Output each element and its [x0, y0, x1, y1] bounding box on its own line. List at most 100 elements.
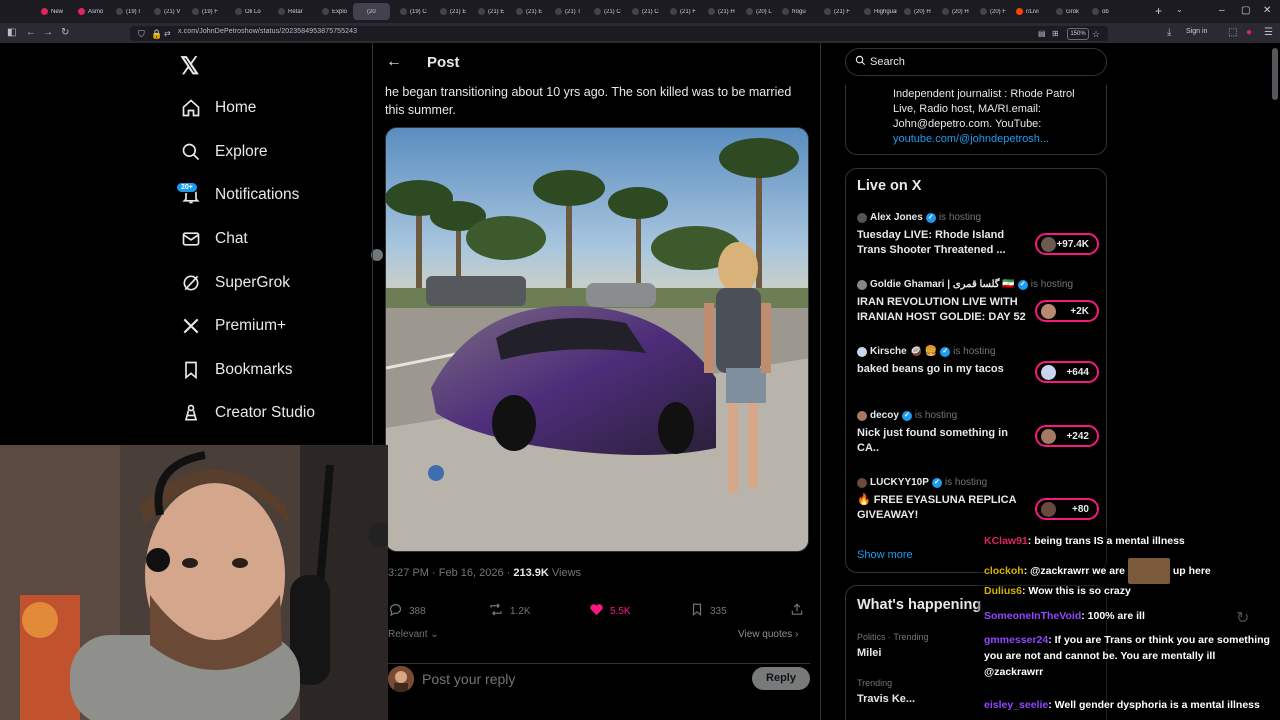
view-quotes-label: View quotes	[738, 629, 793, 640]
reply-button[interactable]: Reply	[752, 667, 810, 690]
tab-label: (21) F	[680, 8, 697, 15]
browser-tab[interactable]: Grok	[1052, 3, 1089, 20]
share-action[interactable]	[790, 602, 804, 620]
listener-pill[interactable]: +2K	[1035, 300, 1099, 322]
listener-pill[interactable]: +80	[1035, 498, 1099, 520]
download-icon[interactable]: ⤓	[1167, 27, 1171, 39]
forward-arrow-icon[interactable]: →	[43, 27, 53, 39]
live-item[interactable]: LUCKYY10P ✓ is hosting 🔥 FREE EYASLUNA R…	[857, 477, 1099, 523]
nav-item-supergrok[interactable]: SuperGrok	[180, 268, 290, 298]
tab-list-chevron-icon[interactable]: ⌄	[1176, 5, 1183, 14]
tab-label: (21) H	[718, 8, 735, 15]
post-image[interactable]	[385, 127, 809, 552]
browser-tab[interactable]: (21) V	[150, 3, 187, 20]
tab-favicon-icon	[594, 8, 601, 15]
bio-link[interactable]: youtube.com/@johndepetrosh...	[893, 132, 1093, 147]
browser-tab[interactable]: (21) E	[512, 3, 549, 20]
page-info-icon[interactable]: ⇄	[164, 28, 171, 40]
browser-tab[interactable]: Explo	[318, 3, 355, 20]
new-tab-button[interactable]: +	[1155, 5, 1162, 17]
tab-label: (20) H	[952, 8, 969, 15]
trend-name[interactable]: Milei	[857, 647, 881, 659]
browser-tab[interactable]: (20) F	[976, 3, 1013, 20]
live-item[interactable]: Alex Jones ✓ is hosting Tuesday LIVE: Rh…	[857, 212, 1099, 258]
trend-name[interactable]: Travis Ke...	[857, 693, 915, 705]
listener-pill[interactable]: +644	[1035, 361, 1099, 383]
reply-sort-dropdown[interactable]: Relevant ⌄	[388, 629, 439, 640]
repost-action[interactable]: 1.2K	[488, 602, 531, 620]
tab-label: (21) T	[565, 8, 581, 15]
back-arrow-icon[interactable]: ←	[26, 27, 36, 39]
browser-tab[interactable]: Asmo	[74, 3, 111, 20]
browser-tab[interactable]: (21) E	[474, 3, 511, 20]
browser-tab[interactable]: (21) E	[436, 3, 473, 20]
listener-pill[interactable]: +97.4K	[1035, 233, 1099, 255]
nav-item-notifications[interactable]: Notifications	[180, 180, 299, 210]
back-arrow-icon[interactable]: ←	[386, 53, 402, 71]
browser-tab[interactable]: (21) C	[590, 3, 627, 20]
maximize-icon[interactable]: ▢	[1241, 5, 1250, 16]
view-quotes-link[interactable]: View quotes ›	[738, 629, 798, 640]
post-timestamp[interactable]: 3:27 PM · Feb 16, 2026 ·	[388, 567, 510, 579]
browser-tab[interactable]: ob	[1088, 3, 1125, 20]
star-bookmark-icon[interactable]: ☆	[1092, 28, 1100, 40]
lock-icon[interactable]: 🔒	[151, 28, 162, 40]
browser-tab[interactable]: (19) C	[396, 3, 433, 20]
search-input[interactable]: Search	[845, 48, 1107, 76]
browser-tab[interactable]: Oli Lo	[231, 3, 268, 20]
nav-item-creator-studio[interactable]: Creator Studio	[180, 398, 315, 428]
translate-icon[interactable]: ⊞	[1052, 28, 1059, 40]
minimize-icon[interactable]: –	[1219, 5, 1225, 16]
live-item[interactable]: decoy ✓ is hosting Nick just found somet…	[857, 410, 1099, 456]
bookmark-action[interactable]: 335	[690, 602, 727, 620]
tab-label: (19) F	[202, 8, 219, 15]
like-action[interactable]: 5.5K	[589, 602, 631, 620]
avatar[interactable]	[388, 666, 414, 692]
reload-icon[interactable]: ↻	[61, 27, 69, 39]
browser-tab[interactable]: (19) I	[112, 3, 149, 20]
close-icon[interactable]: ✕	[1263, 5, 1271, 16]
sign-in-button[interactable]: Sign in	[1186, 28, 1207, 35]
search-placeholder: Search	[870, 56, 905, 68]
browser-tab[interactable]: (19) F	[188, 3, 225, 20]
reply-action[interactable]: 388	[388, 602, 426, 620]
show-more-link[interactable]: Show more	[857, 549, 913, 561]
live-item[interactable]: Goldie Ghamari | گلسا قمری 🇮🇷 ✓ is hosti…	[857, 279, 1099, 325]
browser-tab[interactable]: (21) H	[704, 3, 741, 20]
browser-tab[interactable]: Retar	[274, 3, 311, 20]
tab-label: frogu	[792, 8, 806, 15]
listener-pill[interactable]: +242	[1035, 425, 1099, 447]
live-item[interactable]: Kirsche 🥥 🍔 ✓ is hosting baked beans go …	[857, 346, 1099, 383]
avatar	[1041, 304, 1056, 319]
browser-tab[interactable]: (21) F	[820, 3, 857, 20]
browser-tab[interactable]: (21) C	[628, 3, 665, 20]
reply-input[interactable]: Post your reply	[422, 671, 515, 687]
x-logo-icon[interactable]: 𝕏	[180, 52, 199, 81]
extension-icon[interactable]: ⬚	[1228, 27, 1237, 39]
bookmark-icon	[690, 602, 704, 620]
reader-view-icon[interactable]: ▤	[1038, 28, 1046, 40]
browser-tab[interactable]: (20) L	[742, 3, 779, 20]
nav-item-chat[interactable]: Chat	[180, 224, 248, 254]
browser-tab[interactable]: (20) H	[900, 3, 937, 20]
nav-item-explore[interactable]: Explore	[180, 137, 268, 167]
browser-tab[interactable]: (20) H	[938, 3, 975, 20]
scrollbar[interactable]	[1272, 48, 1278, 100]
browser-tab[interactable]: (21) T	[551, 3, 588, 20]
sidebar-toggle-icon[interactable]: ◧	[7, 27, 16, 39]
nav-item-premium[interactable]: Premium+	[180, 311, 286, 341]
zoom-level[interactable]: 150%	[1067, 28, 1089, 40]
browser-tab[interactable]: New	[37, 3, 74, 20]
browser-tab[interactable]: (21) F	[666, 3, 703, 20]
browser-tab[interactable]: Highguar	[860, 3, 897, 20]
browser-tab[interactable]: r/Livi	[1012, 3, 1049, 20]
browser-tab[interactable]: (20	[353, 3, 390, 20]
nav-item-home[interactable]: Home	[180, 93, 256, 123]
menu-icon[interactable]: ☰	[1264, 27, 1273, 39]
url-bar[interactable]: ⛉ 🔒 ⇄ x.com/JohnDePetroshow/status/20235…	[130, 26, 1108, 41]
nav-item-bookmarks[interactable]: Bookmarks	[180, 355, 293, 385]
extension-red-icon[interactable]: ●	[1246, 27, 1252, 39]
browser-tab[interactable]: frogu	[778, 3, 815, 20]
nav-label: Premium+	[215, 317, 287, 334]
shield-icon[interactable]: ⛉	[138, 28, 145, 40]
